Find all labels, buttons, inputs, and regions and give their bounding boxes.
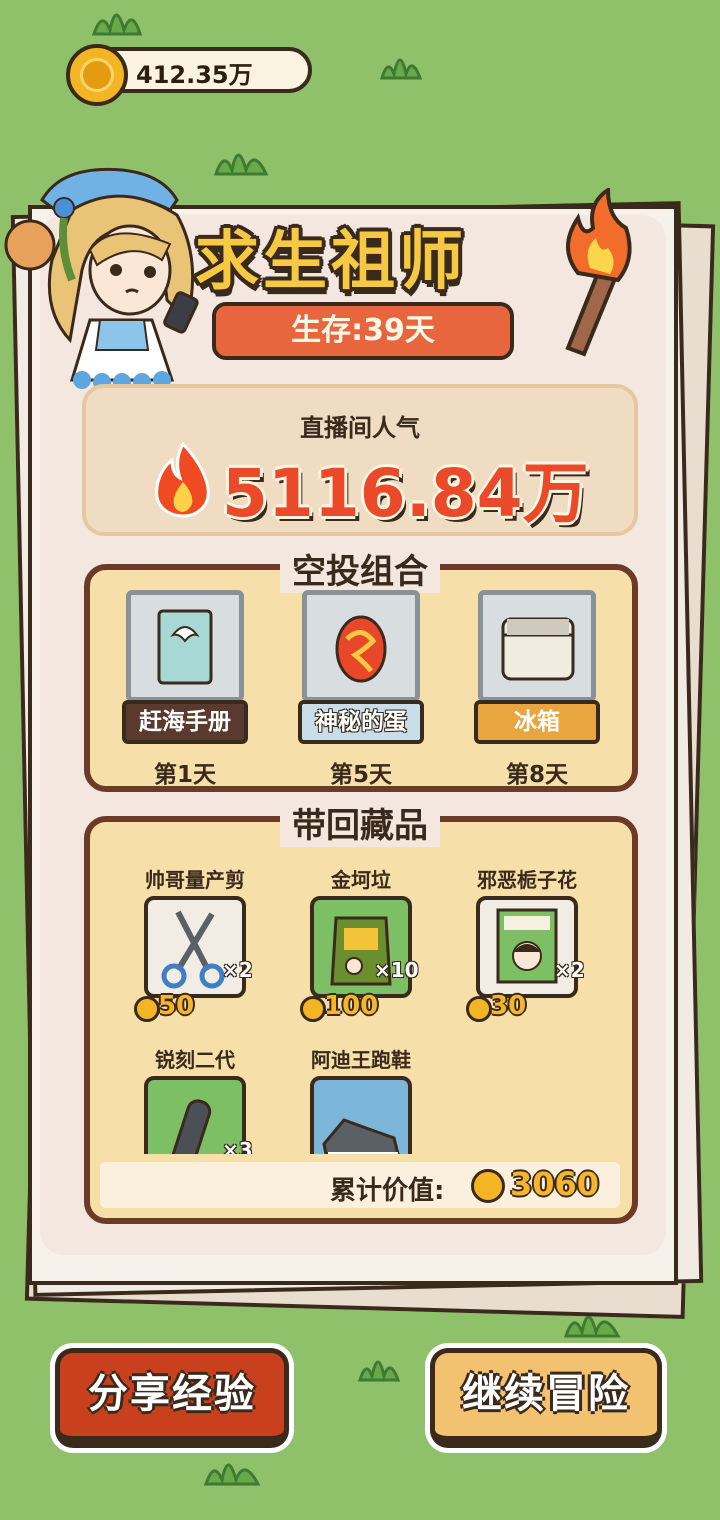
fridge-icon (501, 617, 575, 681)
egg-icon (335, 615, 387, 683)
airdrop-item-name: 神秘的蛋 (298, 700, 424, 744)
collection-item-card[interactable] (310, 1076, 412, 1154)
share-button-label: 分享经验 (88, 1371, 256, 1417)
continue-button-label: 继续冒险 (462, 1371, 630, 1417)
collection-item-name: 锐刻二代 (155, 1048, 235, 1072)
airdrop-day: 第8天 (505, 762, 568, 788)
book-icon (157, 609, 213, 685)
airdrop-card[interactable] (302, 590, 420, 702)
collection-item-price: 50 (158, 991, 195, 1021)
collection-title: 带回藏品 (280, 798, 440, 847)
total-value-label: 累计价值: (330, 1176, 445, 1206)
collection-item-name: 金坷垃 (331, 868, 391, 892)
currency-amount: 412.35万 (136, 61, 253, 89)
grass-decoration (380, 58, 423, 80)
collection-item-count: ×2 (554, 958, 585, 982)
collection-item-card[interactable] (144, 896, 246, 998)
character-avatar (4, 167, 199, 406)
collection-item-count: ×10 (374, 958, 419, 982)
collection-grid[interactable]: 帅哥量产剪 ×2 50 金坷垃 ×10 100 邪恶栀子花 ×2 30 锐刻二代 (96, 856, 626, 1154)
airdrop-day: 第1天 (153, 762, 216, 788)
collection-item-price: 30 (490, 991, 527, 1021)
coin-icon (466, 996, 492, 1022)
total-value-amount: 3060 (510, 1165, 600, 1203)
collection-item-card[interactable] (476, 896, 578, 998)
gold-coin-icon (471, 1169, 505, 1203)
airdrop-item-name: 冰箱 (474, 700, 600, 744)
airdrop-title: 空投组合 (280, 544, 440, 593)
collection-item-name: 阿迪王跑鞋 (311, 1048, 411, 1072)
popularity-value: 5116.84万 (222, 455, 589, 532)
grass-decoration (214, 153, 269, 176)
survival-days-badge: 生存:39天 (212, 302, 514, 360)
grass-decoration (92, 13, 143, 36)
collection-item-card[interactable] (310, 896, 412, 998)
collection-item-price: 100 (324, 991, 379, 1021)
torch-icon (565, 188, 632, 357)
continue-adventure-button[interactable]: 继续冒险 (430, 1348, 662, 1448)
popularity-label: 直播间人气 (300, 414, 420, 442)
coin-icon (300, 996, 326, 1022)
airdrop-day: 第5天 (329, 762, 392, 788)
collection-item-name: 帅哥量产剪 (145, 868, 245, 892)
airdrop-item-name: 赶海手册 (122, 700, 248, 744)
collection-item-name: 邪恶栀子花 (477, 868, 577, 892)
gold-coin-icon (66, 44, 128, 106)
fire-icon (155, 442, 210, 518)
sneaker-icon (322, 1118, 400, 1154)
airdrop-card[interactable] (478, 590, 596, 702)
collection-item-count: ×3 (222, 1138, 253, 1154)
survival-days-text: 生存:39天 (291, 313, 435, 348)
grass-decoration (358, 1360, 401, 1382)
airdrop-card[interactable] (126, 590, 244, 702)
coin-icon (134, 996, 160, 1022)
collection-item-count: ×2 (222, 958, 253, 982)
share-experience-button[interactable]: 分享经验 (55, 1348, 289, 1448)
grass-decoration (204, 1463, 261, 1486)
page-title: 求生祖师 (195, 225, 467, 299)
